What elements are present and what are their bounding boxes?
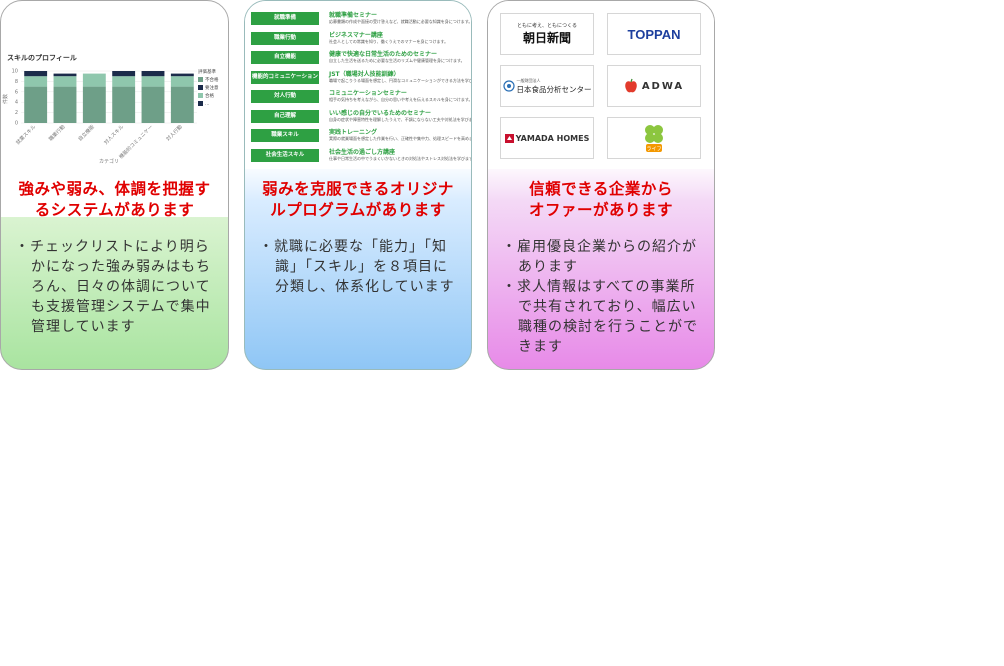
legend-item: … <box>198 101 219 109</box>
y-tick-label: 10 <box>12 69 18 75</box>
partner-logos: ともに考え、ともにつくる 朝日新聞 TOPPAN 一般財団法人 日本食品分析セン… <box>488 1 714 169</box>
program-description: 社会人としての常識を知り、働くうえでのマナーを身につけます。 <box>329 38 449 44</box>
program-category-tag: 社会生活スキル <box>251 148 319 162</box>
bullet-text: ・雇用優良企業からの紹介があります <box>502 239 697 275</box>
card-body: ・チェックリストにより明らかになった強み弱みはもちろん、日々の体調についても支援… <box>15 237 216 337</box>
x-axis-label: カテゴリ <box>99 158 119 165</box>
bar-segment <box>141 76 165 87</box>
logo-asahi: ともに考え、ともにつくる 朝日新聞 <box>500 13 594 55</box>
y-tick-label: 2 <box>15 110 18 116</box>
card-headline: 強みや弱み、体調を把握す るシステムがあります <box>18 180 211 219</box>
program-row: 対人行動 コミュニケーションセミナー 相手の気持ちを考えながら、自分の思いや考えを伝… <box>249 88 472 106</box>
yamada-mark-icon <box>504 133 514 143</box>
bullet-text: ・就職に必要な「能力」「知識」「スキル」を８項目に分類し、体系化しています <box>259 239 455 295</box>
program-description: 職場で起こりうる場面を想定し、円滑なコミュニケーションができる方法を学びます。 <box>329 77 472 83</box>
program-title: いい感じの自分でいるためのセミナー <box>329 109 432 117</box>
feature-card-companies: ともに考え、ともにつくる 朝日新聞 TOPPAN 一般財団法人 日本食品分析セン… <box>487 0 715 370</box>
bar-segment <box>141 86 165 123</box>
program-list-image: 就職準備 就職準備セミナー 応募書類の作成や面接の受け答えなど、就職活動に必要な知識… <box>245 1 471 169</box>
jfrl-mark-icon <box>502 80 515 92</box>
logo-adwa: ADWA <box>607 65 701 107</box>
bar-segment <box>112 71 136 77</box>
logo-life: ライフ <box>607 117 701 159</box>
chart-legend: 評価基準 不合格 要注意 合格 … <box>198 69 219 109</box>
program-category-tag: 対人行動 <box>251 90 319 103</box>
program-category-tag: 就職準備 <box>251 12 319 25</box>
bar-segment <box>170 86 194 123</box>
y-tick-label: 8 <box>15 79 18 85</box>
clover-icon: ライフ <box>645 125 663 153</box>
program-description: 自身の症状や障害特性を理解したうえで、不調にならない工夫や対処法を学びます。 <box>329 116 472 122</box>
y-tick-label: 0 <box>15 121 18 127</box>
bar-segment <box>53 86 77 123</box>
bar-segment <box>141 71 165 77</box>
bar-segment <box>53 73 77 77</box>
y-tick-label: 6 <box>15 89 18 95</box>
program-title: 社会生活の過ごし方講座 <box>329 148 396 156</box>
x-tick-label: 対人スキル <box>102 123 125 146</box>
bar-segment <box>24 71 48 77</box>
apple-icon <box>625 78 637 93</box>
bar-segment <box>82 86 106 123</box>
bar-segment <box>24 86 48 123</box>
bar-segment <box>170 76 194 87</box>
program-description: 応募書類の作成や面接の受け答えなど、就職活動に必要な知識を身につけます。 <box>329 19 472 24</box>
logo-jfrl: 一般財団法人 日本食品分析センター <box>500 65 594 107</box>
legend-item: 合格 <box>198 93 219 101</box>
feature-card-programs: 就職準備 就職準備セミナー 応募書類の作成や面接の受け答えなど、就職活動に必要な知識… <box>244 0 472 370</box>
bar-segment <box>24 76 48 87</box>
program-row: 職業行動 ビジネスマナー講座 社会人としての常識を知り、働くうえでのマナーを身につけ… <box>249 30 469 48</box>
program-row: 自立機能 健康で快適な日常生活のためのセミナー 自立した生活を送るために必要な生活の… <box>249 49 469 67</box>
svg-text:ライフ: ライフ <box>646 147 661 153</box>
program-description: 実際の就業場面を想定した作業を行い、正確性や集中力、処理スピードを高めます。 <box>329 136 472 141</box>
program-row: 職業スキル 実践トレーニング 実際の就業場面を想定した作業を行い、正確性や集中力、処… <box>249 127 472 145</box>
y-axis-label: 件数 <box>2 94 9 104</box>
program-category-tag: 機能的コミュニケーション <box>251 70 319 84</box>
program-title: JST（職場対人技能訓練） <box>329 70 400 78</box>
x-tick-label: 職業行動 <box>47 123 66 142</box>
chart-plot: 1086420件数就業スキル 職業行動 自立機能 対人スキル機能的コミュニケー 対人行動… <box>2 69 197 165</box>
card-body: ・就職に必要な「能力」「知識」「スキル」を８項目に分類し、体系化しています <box>259 237 459 297</box>
program-title: ビジネスマナー講座 <box>329 31 383 39</box>
program-category-tag: 自己理解 <box>251 109 319 123</box>
program-title: 健康で快適な日常生活のためのセミナー <box>329 51 438 58</box>
program-row: 自己理解 いい感じの自分でいるためのセミナー 自身の症状や障害特性を理解したうえで、… <box>249 108 472 126</box>
program-title: 実践トレーニング <box>329 129 378 136</box>
program-description: 仕事や日常生活の中でうまくいかないときの対処法やストレス対処法を学びます。 <box>329 155 472 161</box>
program-row: 機能的コミュニケーション JST（職場対人技能訓練） 職場で起こりうる場面を想定し、… <box>249 69 472 87</box>
bullet-text: ・チェックリストにより明らかになった強み弱みはもちろん、日々の体調についても支援… <box>15 239 211 335</box>
feature-card-skills: スキルのプロフィール 10 8 6 4 2 0 件数 就業スキル 職業行動 自立機能 対人スキル 機能… <box>0 0 229 370</box>
card-body: ・雇用優良企業からの紹介があります ・求人情報はすべての事業所で共有されており、… <box>502 237 702 357</box>
program-row: 就職準備 就職準備セミナー 応募書類の作成や面接の受け答えなど、就職活動に必要な知識… <box>249 10 472 28</box>
x-tick-label: 自立機能 <box>77 123 96 142</box>
program-description: 自立した生活を送るために必要な生活のリズムや健康管理を身につけます。 <box>329 58 465 63</box>
card-headline: 信頼できる企業から オファーがあります <box>528 180 673 219</box>
program-title: コミュニケーションセミナー <box>329 90 407 97</box>
bar-segment <box>170 73 194 77</box>
card-headline: 弱みを克服できるオリジナ ルプログラムがあります <box>262 180 454 219</box>
x-tick-label: 対人行動 <box>165 123 184 142</box>
bullet-text: ・求人情報はすべての事業所で共有されており、幅広い職種の検討を行うことができます <box>502 279 698 355</box>
legend-item: 要注意 <box>198 85 219 93</box>
legend-item: 不合格 <box>198 77 219 85</box>
program-title: 就職準備セミナー <box>329 12 378 19</box>
program-row: 社会生活スキル 社会生活の過ごし方講座 仕事や日常生活の中でうまくいかないときの対処… <box>249 147 472 165</box>
program-category-tag: 職業行動 <box>251 31 319 45</box>
program-description: 相手の気持ちを考えながら、自分の思いや考えを伝えるスキルを身につけます。 <box>329 97 472 102</box>
bar-segment <box>82 73 106 87</box>
logo-toppan: TOPPAN <box>607 13 701 55</box>
y-tick-label: 4 <box>15 100 18 106</box>
bar-segment <box>112 76 136 87</box>
logo-yamada-homes: YAMADA HOMES <box>500 117 594 159</box>
bar-segment <box>53 76 77 87</box>
legend-title: 評価基準 <box>198 70 216 75</box>
bar-segment <box>112 86 136 123</box>
program-category-tag: 職業スキル <box>251 129 319 142</box>
x-tick-label: 就業スキル <box>14 123 37 146</box>
program-category-tag: 自立機能 <box>251 51 319 64</box>
